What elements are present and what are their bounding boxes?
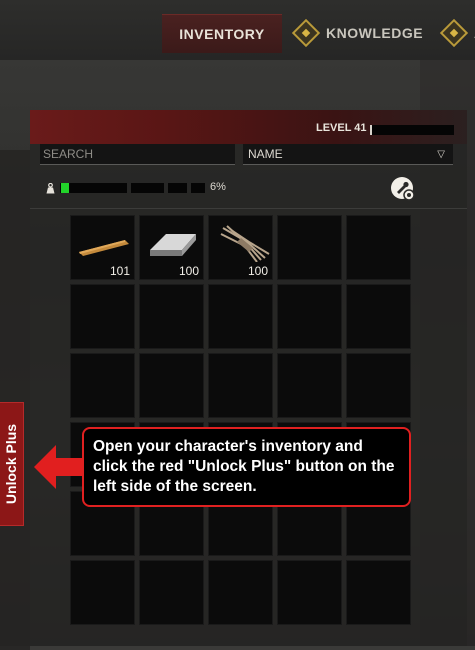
item-quantity: 100 <box>178 264 199 278</box>
inventory-slot[interactable]: 100 <box>139 215 204 280</box>
weight-bar-segment <box>60 183 127 193</box>
tab-knowledge-label: KNOWLEDGE <box>326 25 424 41</box>
unlock-plus-button[interactable]: Unlock Plus <box>0 402 24 526</box>
sort-select-value: NAME <box>248 147 283 161</box>
inventory-slot[interactable] <box>346 215 411 280</box>
inventory-slot[interactable] <box>70 353 135 418</box>
inventory-slot[interactable]: 101 <box>70 215 135 280</box>
level-progress-bar <box>370 125 454 135</box>
red-arrow-icon <box>34 445 84 489</box>
unlock-plus-label: Unlock Plus <box>3 423 20 505</box>
diamond-icon <box>291 18 321 48</box>
inventory-slot[interactable] <box>139 284 204 349</box>
inventory-grid: 101 100 100 <box>70 215 415 635</box>
instruction-tooltip: Open your character's inventory and clic… <box>82 427 411 507</box>
weight-percent: 6% <box>210 181 226 193</box>
weight-bar-segment <box>168 183 187 193</box>
panel-divider <box>30 208 467 209</box>
inventory-slot[interactable] <box>139 560 204 625</box>
search-input[interactable]: SEARCH <box>40 144 235 165</box>
tab-inventory[interactable]: INVENTORY <box>162 14 282 53</box>
repair-icon[interactable] <box>390 176 416 202</box>
weight-icon <box>46 183 55 194</box>
inventory-slot[interactable] <box>208 284 273 349</box>
inventory-slot[interactable]: 100 <box>208 215 273 280</box>
weight-bar-fill <box>61 183 69 193</box>
tooltip-text: Open your character's inventory and clic… <box>93 438 395 495</box>
inventory-slot[interactable] <box>208 560 273 625</box>
weight-bar-segment <box>191 183 205 193</box>
inventory-slot[interactable] <box>70 560 135 625</box>
chevron-down-icon: ▽ <box>437 149 445 160</box>
level-label: LEVEL 41 <box>316 122 367 134</box>
inventory-slot[interactable] <box>277 215 342 280</box>
tab-knowledge[interactable]: KNOWLEDGE <box>291 14 424 52</box>
item-quantity: 101 <box>109 264 130 278</box>
weight-bar-segment <box>131 183 164 193</box>
sort-select[interactable]: NAME ▽ <box>243 144 453 165</box>
background-beam <box>0 150 30 650</box>
inventory-slot[interactable] <box>139 353 204 418</box>
tab-third[interactable]: A <box>439 14 475 52</box>
inventory-slot[interactable] <box>346 560 411 625</box>
inventory-slot[interactable] <box>277 353 342 418</box>
tab-inventory-label: INVENTORY <box>179 26 265 42</box>
inventory-slot[interactable] <box>208 353 273 418</box>
inventory-slot[interactable] <box>277 560 342 625</box>
inventory-slot[interactable] <box>277 284 342 349</box>
inventory-slot[interactable] <box>346 353 411 418</box>
diamond-icon <box>439 18 469 48</box>
inventory-slot[interactable] <box>70 284 135 349</box>
inventory-slot[interactable] <box>346 284 411 349</box>
item-quantity: 100 <box>247 264 268 278</box>
